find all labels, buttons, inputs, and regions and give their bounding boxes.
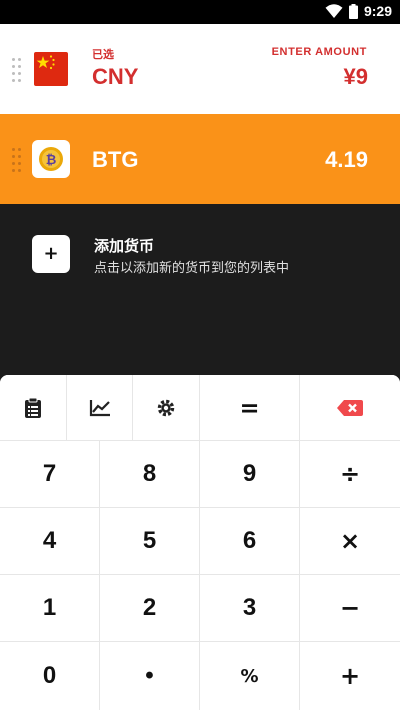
backspace-button[interactable] <box>300 375 400 441</box>
enter-amount-label: ENTER AMOUNT <box>271 46 367 58</box>
add-currency-title[interactable]: 添加货币 <box>94 235 154 256</box>
add-currency-subtitle: 点击以添加新的货币到您的列表中 <box>94 261 290 276</box>
chart-button[interactable] <box>67 375 133 441</box>
key-3[interactable]: 3 <box>200 575 300 642</box>
drag-handle-icon[interactable] <box>12 148 22 172</box>
key-decimal[interactable]: • <box>100 642 200 710</box>
target-currency-value: 4.19 <box>325 147 368 172</box>
key-6[interactable]: 6 <box>200 508 300 575</box>
bitcoin-gold-icon: ₿ <box>32 140 70 178</box>
key-9[interactable]: 9 <box>200 441 300 508</box>
key-2[interactable]: 2 <box>100 575 200 642</box>
key-4[interactable]: 4 <box>0 508 100 575</box>
key-8[interactable]: 8 <box>100 441 200 508</box>
base-currency-row[interactable]: 已选 CNY ENTER AMOUNT ¥9 <box>0 24 400 114</box>
key-percent[interactable]: % <box>200 642 300 710</box>
settings-button[interactable] <box>133 375 200 441</box>
svg-text:₿: ₿ <box>46 153 57 168</box>
equals-button[interactable]: = <box>200 375 300 441</box>
key-multiply[interactable]: × <box>300 508 400 575</box>
china-flag-icon <box>34 52 68 86</box>
backspace-icon <box>337 399 363 416</box>
key-5[interactable]: 5 <box>100 508 200 575</box>
key-subtract[interactable]: − <box>300 575 400 642</box>
base-amount-value[interactable]: ¥9 <box>344 64 368 90</box>
battery-icon <box>348 3 358 19</box>
drag-handle-icon[interactable] <box>12 58 22 82</box>
chart-icon <box>89 399 110 416</box>
wifi-icon <box>325 4 343 18</box>
target-currency-row[interactable]: ₿ BTG 4.19 <box>0 114 400 204</box>
add-currency-section: + 添加货币 点击以添加新的货币到您的列表中 <box>0 204 400 375</box>
key-1[interactable]: 1 <box>0 575 100 642</box>
key-7[interactable]: 7 <box>0 441 100 508</box>
add-currency-button[interactable]: + <box>32 235 70 273</box>
key-add[interactable]: + <box>300 642 400 710</box>
selected-label: 已选 <box>92 48 114 61</box>
status-time: 9:29 <box>363 3 392 19</box>
calculator-keypad: = 7 8 9 ÷ 4 5 6 × 1 2 3 − 0 • % + <box>0 375 400 710</box>
status-icons: 9:29 <box>325 3 392 19</box>
clipboard-icon <box>25 397 41 418</box>
key-divide[interactable]: ÷ <box>300 441 400 508</box>
clipboard-button[interactable] <box>0 375 67 441</box>
keypad-toolbar: = <box>0 375 400 441</box>
base-currency-code: CNY <box>92 64 139 89</box>
status-bar: 9:29 <box>0 0 400 24</box>
key-0[interactable]: 0 <box>0 642 100 710</box>
target-currency-code: BTG <box>92 147 139 172</box>
settings-icon <box>157 399 175 416</box>
